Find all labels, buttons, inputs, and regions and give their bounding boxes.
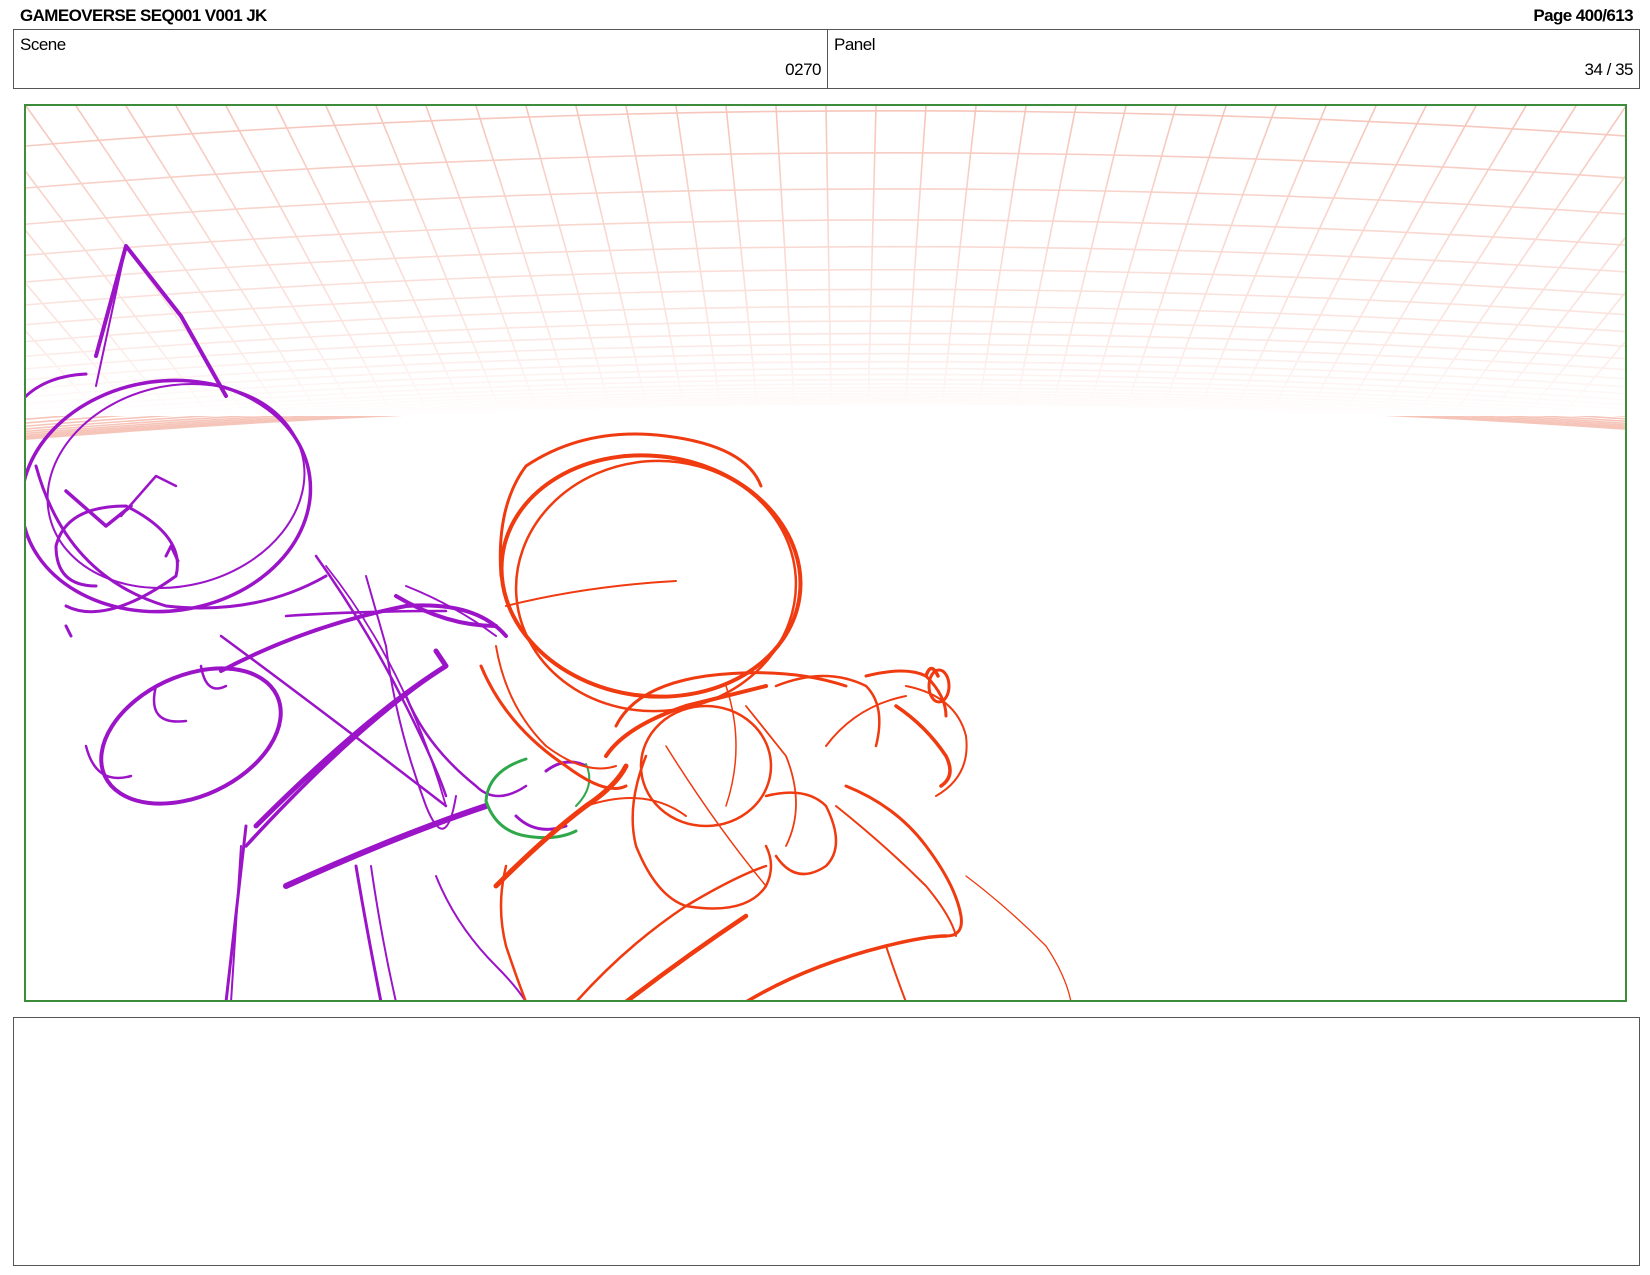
panel-cell: Panel 34 / 35 bbox=[828, 30, 1639, 88]
panel-label: Panel bbox=[834, 35, 875, 54]
grid-fade bbox=[26, 106, 1625, 416]
character-right-sketch bbox=[479, 432, 1072, 1000]
storyboard-sketch bbox=[26, 106, 1625, 1000]
document-title: GAMEOVERSE SEQ001 V001 JK bbox=[20, 6, 267, 25]
notes-box bbox=[13, 1017, 1640, 1266]
scene-panel-info: Scene 0270 Panel 34 / 35 bbox=[13, 29, 1640, 89]
storyboard-frame bbox=[24, 104, 1627, 1002]
scene-label: Scene bbox=[20, 35, 66, 54]
panel-value: 34 / 35 bbox=[1584, 60, 1634, 79]
scene-cell: Scene 0270 bbox=[14, 30, 828, 88]
scene-value: 0270 bbox=[785, 60, 821, 79]
page-number: Page 400/613 bbox=[1533, 6, 1633, 25]
